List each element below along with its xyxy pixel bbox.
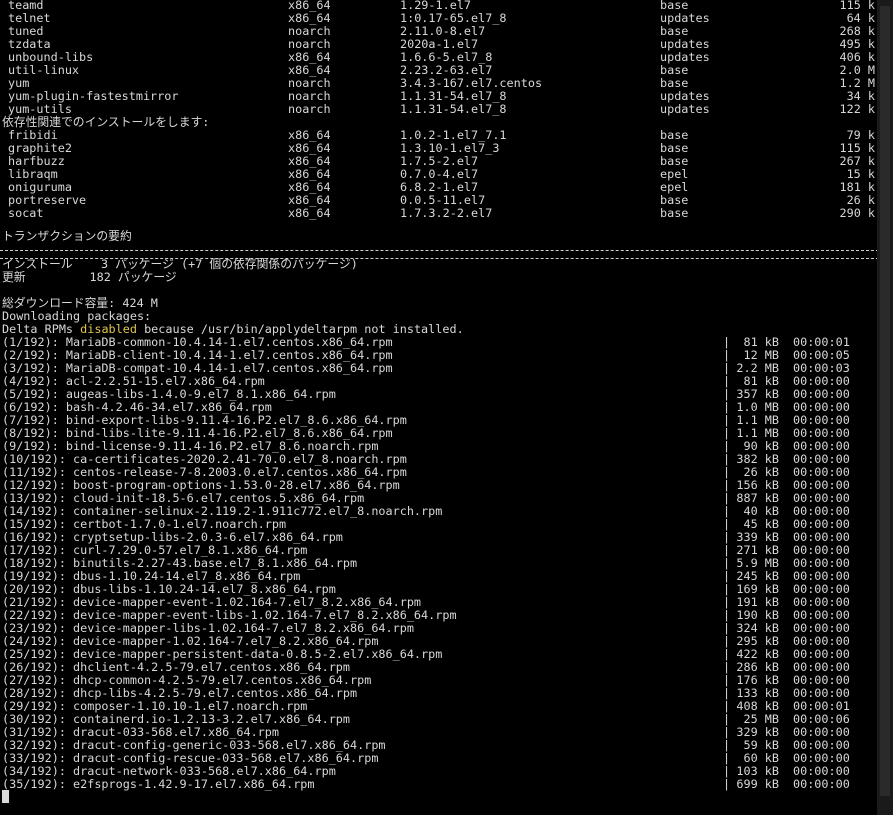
- download-row: (35/192): e2fsprogs-1.42.9-17.el7.x86_64…: [0, 778, 877, 791]
- package-arch: noarch: [288, 102, 331, 116]
- download-filename: (35/192): e2fsprogs-1.42.9-17.el7.x86_64…: [2, 777, 315, 791]
- download-time: 00:00:00: [793, 777, 850, 791]
- package-version: 1.7.3.2-2.el7: [400, 206, 493, 220]
- delta-suffix: because /usr/bin/applydeltarpm not insta…: [136, 322, 464, 336]
- summary-update-text: 更新 182 パッケージ: [2, 270, 177, 284]
- package-size: 290 k: [839, 206, 875, 220]
- delta-disabled-keyword: disabled: [80, 322, 137, 336]
- package-repo: updates: [660, 102, 710, 116]
- package-arch: x86_64: [288, 206, 331, 220]
- summary-title-text: トランザクションの要約: [2, 229, 132, 243]
- text-cursor: [2, 790, 9, 803]
- download-size: 699 kB: [736, 777, 779, 791]
- delta-prefix: Delta RPMs: [2, 322, 81, 336]
- terminal-window[interactable]: teamd x86_64 1.29-1.el7 base 115 k telnet x86_…: [0, 0, 884, 815]
- terminal-scrollbar[interactable]: [877, 0, 893, 815]
- package-size: 122 k: [839, 102, 875, 116]
- dependency-row: socat x86_64 1.7.3.2-2.el7 base 290 k: [0, 207, 877, 220]
- package-name: socat: [8, 206, 44, 220]
- download-separator: |: [723, 777, 731, 791]
- package-repo: base: [660, 206, 689, 220]
- scrollbar-thumb[interactable]: [880, 6, 890, 796]
- package-version: 1.1.31-54.el7_8: [400, 102, 507, 116]
